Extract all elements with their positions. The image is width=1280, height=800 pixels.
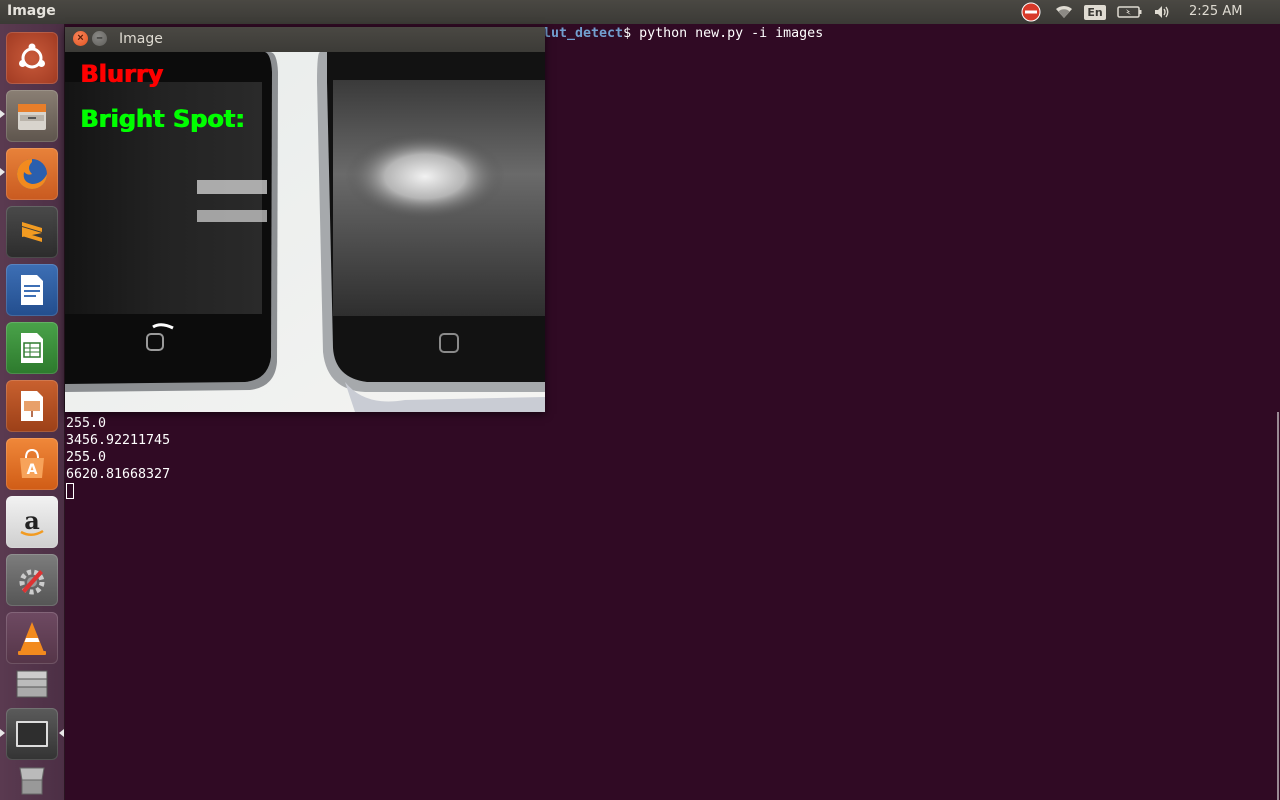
svg-text:a: a [24, 506, 40, 535]
active-app-title: Image [7, 3, 56, 19]
close-icon: × [77, 32, 84, 44]
output-line: 255.0 [66, 450, 107, 465]
vlc-icon[interactable] [6, 612, 58, 664]
sublime-text-icon[interactable] [6, 206, 58, 258]
keyboard-language-indicator[interactable]: En [1084, 0, 1106, 24]
firefox-icon[interactable] [6, 148, 58, 200]
output-line: 6620.81668327 [66, 467, 171, 482]
battery-icon[interactable] [1116, 0, 1144, 24]
software-center-icon[interactable]: A [6, 438, 58, 490]
prompt-path: lut_detect [543, 26, 624, 41]
image-canvas: Blurry Bright Spot: [65, 52, 545, 412]
output-line: 255.0 [66, 416, 107, 431]
workspace-stack-icon[interactable] [6, 660, 58, 706]
system-settings-icon[interactable] [6, 554, 58, 606]
svg-text:A: A [27, 462, 38, 478]
amazon-icon[interactable]: a [6, 496, 58, 548]
network-disabled-icon[interactable] [1018, 0, 1044, 24]
trash-icon[interactable] [6, 760, 58, 800]
blurry-label: Blurry [80, 60, 163, 88]
image-window-title: Image [119, 31, 163, 47]
terminal-cursor [66, 483, 74, 499]
language-label: En [1084, 4, 1106, 20]
terminal-prompt-line: lut_detect$ python new.py -i images [543, 26, 823, 41]
image-window: × – Image Blurry Bright Spot: [65, 27, 545, 412]
image-window-titlebar[interactable]: × – Image [65, 27, 545, 52]
top-panel: Image En 2:25 AM [0, 0, 1280, 24]
output-line: 3456.92211745 [66, 433, 171, 448]
prompt-command: $ python new.py -i images [623, 26, 824, 41]
volume-icon[interactable] [1152, 0, 1174, 24]
libreoffice-impress-icon[interactable] [6, 380, 58, 432]
launcher: A a [0, 24, 65, 800]
close-button[interactable]: × [73, 31, 88, 46]
ubuntu-dash-icon[interactable] [6, 32, 58, 84]
minimize-icon: – [96, 32, 103, 44]
clock[interactable]: 2:25 AM [1189, 4, 1242, 19]
bright-spot-label: Bright Spot: [80, 105, 245, 133]
minimize-button[interactable]: – [92, 31, 107, 46]
wifi-icon[interactable] [1052, 0, 1076, 24]
files-icon[interactable] [6, 90, 58, 142]
terminal-scrollbar[interactable] [1277, 412, 1279, 800]
terminal-icon[interactable] [6, 708, 58, 760]
libreoffice-writer-icon[interactable] [6, 264, 58, 316]
libreoffice-calc-icon[interactable] [6, 322, 58, 374]
